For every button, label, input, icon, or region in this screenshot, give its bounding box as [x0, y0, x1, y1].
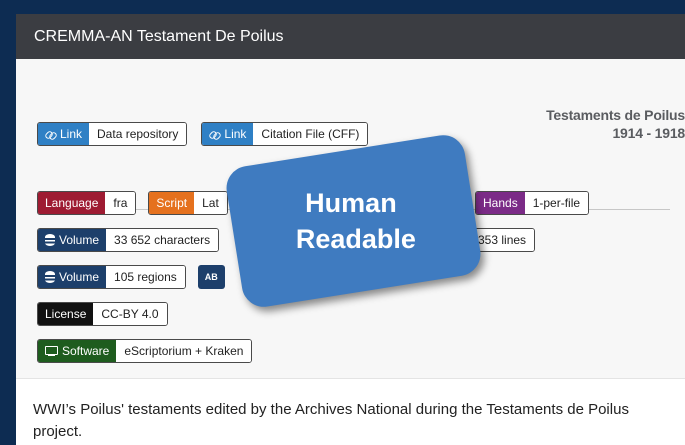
- database-icon: [45, 234, 55, 246]
- callout-line-2: Readable: [296, 223, 417, 254]
- software-badge: Software eScriptorium + Kraken: [37, 339, 253, 363]
- badge-value: CC-BY 4.0: [93, 303, 167, 325]
- badge-value: fra: [105, 192, 136, 214]
- link-value: Citation File (CFF): [253, 123, 368, 145]
- segmentation-icon: AB: [197, 265, 225, 289]
- badge-key: Software: [38, 340, 117, 362]
- badge-key: Volume: [38, 229, 107, 251]
- banner-line-1: Testaments de Poilus: [546, 107, 685, 123]
- license-badge: License CC-BY 4.0: [37, 302, 168, 326]
- volume-regions-badge: Volume 105 regions: [37, 265, 186, 289]
- callout-line-1: Human: [304, 188, 397, 219]
- language-badge: Language fra: [37, 191, 137, 215]
- badge-key: Hands: [476, 192, 525, 214]
- dataset-description: WWI’s Poilus' testaments edited by the A…: [33, 401, 629, 440]
- banner-line-2: 1914 - 1918: [612, 125, 685, 141]
- link-key: Link: [202, 123, 254, 145]
- meta-row-5: Software eScriptorium + Kraken: [37, 339, 253, 363]
- badge-value: 33 652 characters: [106, 229, 219, 251]
- badge-key: Script: [149, 192, 195, 214]
- meta-row-4: License CC-BY 4.0: [37, 302, 168, 326]
- data-repository-link[interactable]: Link Data repository: [37, 122, 188, 146]
- script-badge: Script Lat: [148, 191, 228, 215]
- badge-key: Volume: [38, 266, 107, 288]
- dataset-title: CREMMA-AN Testament De Poilus: [34, 27, 284, 45]
- badge-value: Lat: [194, 192, 227, 214]
- citation-file-link[interactable]: Link Citation File (CFF): [201, 122, 369, 146]
- meta-row-3: Volume 105 regions AB: [37, 265, 225, 289]
- link-icon: [45, 129, 56, 140]
- link-key: Link: [38, 123, 90, 145]
- dataset-banner-image: Testaments de Poilus 1914 - 1918: [546, 106, 685, 142]
- badge-value: eScriptorium + Kraken: [116, 340, 252, 362]
- database-icon: [45, 271, 55, 283]
- monitor-icon: [45, 345, 58, 357]
- meta-row-2: Volume 33 652 characters: [37, 228, 220, 252]
- badge-value: 1-per-file: [524, 192, 589, 214]
- meta-row-1-right: Hands 1-per-file: [475, 191, 590, 215]
- meta-row-1: Language fra Script Lat: [37, 191, 228, 215]
- badge-value: 105 regions: [106, 266, 185, 288]
- badge-key: Language: [38, 192, 106, 214]
- link-icon: [209, 129, 220, 140]
- card-header: CREMMA-AN Testament De Poilus: [16, 14, 685, 59]
- hands-badge: Hands 1-per-file: [475, 191, 590, 215]
- link-value: Data repository: [89, 123, 187, 145]
- links-row: Link Data repository Link Citation File …: [37, 122, 369, 146]
- volume-characters-badge: Volume 33 652 characters: [37, 228, 220, 252]
- badge-key: License: [38, 303, 94, 325]
